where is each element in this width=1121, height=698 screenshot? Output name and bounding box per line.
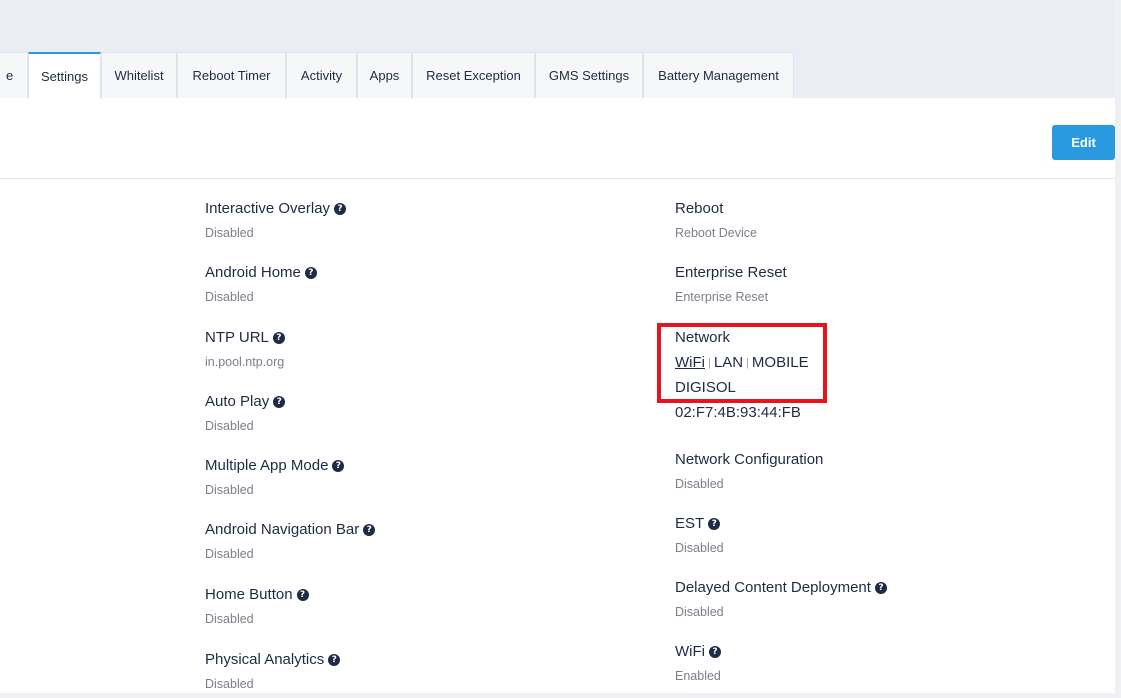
network-type-options: WiFi | LAN | MOBILE xyxy=(675,354,809,372)
help-icon[interactable]: ? xyxy=(328,654,341,666)
reboot-device-link[interactable]: Reboot Device xyxy=(675,226,757,241)
field-value: in.pool.ntp.org xyxy=(205,355,285,369)
field-physical-analytics: Physical Analytics? Disabled xyxy=(205,651,341,692)
edit-button[interactable]: Edit xyxy=(1052,125,1115,160)
field-android-home: Android Home? Disabled xyxy=(205,264,317,305)
field-value: Disabled xyxy=(205,483,254,497)
network-mac-address: 02:F7:4B:93:44:FB xyxy=(675,404,801,421)
tab-activity[interactable]: Activity xyxy=(286,52,357,98)
help-icon[interactable]: ? xyxy=(332,460,345,472)
tab-battery-management[interactable]: Battery Management xyxy=(643,52,794,98)
field-est: EST? Disabled xyxy=(675,515,724,556)
field-enterprise-reset: Enterprise Reset Enterprise Reset xyxy=(675,264,787,305)
help-icon[interactable]: ? xyxy=(874,582,887,594)
field-label: Reboot xyxy=(675,200,724,217)
help-icon[interactable]: ? xyxy=(708,518,721,530)
tab-label: Settings xyxy=(41,69,88,84)
divider xyxy=(0,178,1115,179)
tab-apps[interactable]: Apps xyxy=(357,52,412,98)
field-multiple-app-mode: Multiple App Mode? Disabled xyxy=(205,457,345,498)
field-wifi: WiFi? Enabled xyxy=(675,643,721,684)
enterprise-reset-link[interactable]: Enterprise Reset xyxy=(675,290,787,305)
network-option-mobile[interactable]: MOBILE xyxy=(752,354,809,372)
tab-label: Battery Management xyxy=(658,68,779,83)
field-label: Multiple App Mode xyxy=(205,457,329,474)
field-value: Disabled xyxy=(205,677,254,691)
field-value: Disabled xyxy=(675,541,724,555)
separator: | xyxy=(708,357,711,369)
field-value: Disabled xyxy=(205,290,254,304)
field-reboot: Reboot Reboot Device xyxy=(675,200,757,241)
field-label: Auto Play xyxy=(205,393,270,410)
field-label: EST xyxy=(675,515,705,532)
field-delayed-content-deployment: Delayed Content Deployment? Disabled xyxy=(675,579,887,620)
field-value: Disabled xyxy=(205,612,254,626)
field-label: WiFi xyxy=(675,643,705,660)
field-interactive-overlay: Interactive Overlay? Disabled xyxy=(205,200,347,241)
field-label: Network Configuration xyxy=(675,451,824,468)
field-android-navigation-bar: Android Navigation Bar? Disabled xyxy=(205,521,376,562)
field-value: Disabled xyxy=(675,477,724,491)
screenshot-edge xyxy=(1115,0,1121,698)
tab-label: GMS Settings xyxy=(548,68,630,83)
tab-label: Whitelist xyxy=(114,68,164,83)
separator: | xyxy=(746,357,749,369)
help-icon[interactable]: ? xyxy=(296,589,309,601)
tab-label: Reboot Timer xyxy=(192,68,271,83)
tab-partial[interactable]: e xyxy=(0,52,28,98)
tab-whitelist[interactable]: Whitelist xyxy=(101,52,177,98)
help-icon[interactable]: ? xyxy=(709,646,721,658)
help-icon[interactable]: ? xyxy=(334,203,347,215)
tab-reset-exception[interactable]: Reset Exception xyxy=(412,52,535,98)
network-option-lan[interactable]: LAN xyxy=(714,354,743,372)
field-value: Disabled xyxy=(675,605,724,619)
tab-label: Reset Exception xyxy=(426,68,521,83)
network-ssid: DIGISOL xyxy=(675,379,736,396)
top-header-bar xyxy=(0,0,1121,52)
field-value: Disabled xyxy=(205,226,254,240)
field-value: Disabled xyxy=(205,547,254,561)
help-icon[interactable]: ? xyxy=(304,267,317,279)
tab-gms-settings[interactable]: GMS Settings xyxy=(535,52,643,98)
field-label: Delayed Content Deployment xyxy=(675,579,871,596)
field-label: NTP URL xyxy=(205,329,269,346)
help-icon[interactable]: ? xyxy=(273,396,286,408)
tab-reboot-timer[interactable]: Reboot Timer xyxy=(177,52,286,98)
network-option-wifi[interactable]: WiFi xyxy=(675,354,705,372)
field-network-configuration: Network Configuration Disabled xyxy=(675,451,823,492)
field-ntp-url: NTP URL? in.pool.ntp.org xyxy=(205,329,285,370)
tab-label: Apps xyxy=(369,68,400,83)
field-value: Enabled xyxy=(675,669,721,683)
field-network: Network WiFi | LAN | MOBILE DIGISOL 02:F… xyxy=(675,329,809,429)
network-label: Network xyxy=(675,329,731,346)
field-label: Home Button xyxy=(205,586,293,603)
screenshot-edge xyxy=(0,693,1121,698)
field-home-button: Home Button? Disabled xyxy=(205,586,309,627)
field-label: Enterprise Reset xyxy=(675,264,787,281)
field-value: Disabled xyxy=(205,419,254,433)
tab-bar: e Settings Whitelist Reboot Timer Activi… xyxy=(0,52,1121,99)
help-icon[interactable]: ? xyxy=(363,524,376,536)
help-icon[interactable]: ? xyxy=(272,332,285,344)
field-label: Android Home xyxy=(205,264,301,281)
tab-label: e xyxy=(6,68,14,83)
field-label: Interactive Overlay xyxy=(205,200,331,217)
field-label: Physical Analytics xyxy=(205,651,325,668)
field-auto-play: Auto Play? Disabled xyxy=(205,393,286,434)
tab-settings[interactable]: Settings xyxy=(28,52,101,99)
tab-label: Activity xyxy=(300,68,343,83)
field-label: Android Navigation Bar xyxy=(205,521,360,538)
